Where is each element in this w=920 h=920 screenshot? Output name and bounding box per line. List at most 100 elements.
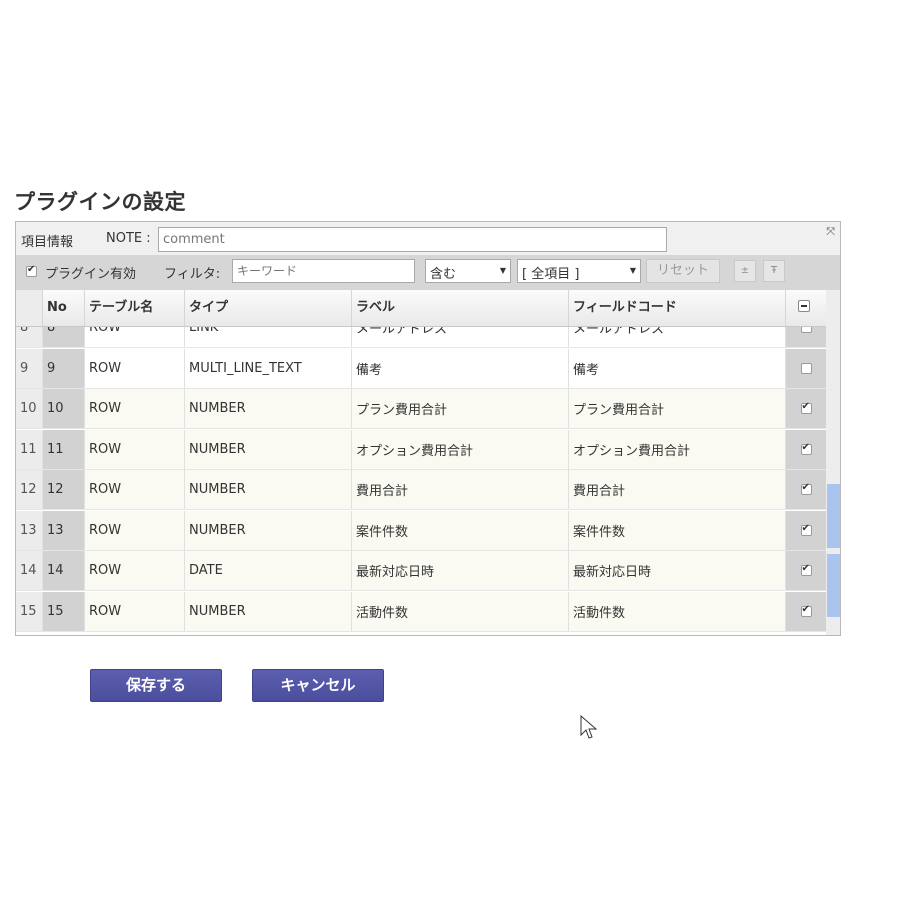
row-number: 9 [16, 349, 42, 388]
cell-label: 最新対応日時 [351, 551, 568, 590]
move-up-icon[interactable]: Ŧ [763, 260, 785, 282]
row-checkbox[interactable] [801, 403, 812, 414]
cell-label: 費用合計 [351, 470, 568, 509]
cancel-button[interactable]: キャンセル [252, 669, 384, 702]
match-mode-value: 含む [430, 267, 456, 282]
cell-table-name: ROW [84, 551, 184, 590]
cell-check [785, 592, 826, 631]
cell-check [785, 551, 826, 590]
row-checkbox[interactable] [801, 525, 812, 536]
expand-icon[interactable]: ⤧ [826, 225, 835, 239]
row-checkbox[interactable] [801, 363, 812, 374]
row-checkbox[interactable] [801, 565, 812, 576]
cell-type: LINK [184, 327, 351, 347]
cell-type: NUMBER [184, 389, 351, 428]
cell-no: 12 [42, 470, 84, 509]
cell-check [785, 430, 826, 469]
header-type[interactable]: タイプ [184, 290, 351, 326]
cell-field-code: メールアドレス [568, 327, 785, 347]
cell-check [785, 349, 826, 388]
row-checkbox[interactable] [801, 606, 812, 617]
info-row: 項目情報 NOTE : ⤧ [16, 222, 840, 255]
row-number: 8 [16, 327, 42, 347]
row-number: 14 [16, 551, 42, 590]
cell-no: 11 [42, 430, 84, 469]
cell-no: 10 [42, 389, 84, 428]
header-table-name[interactable]: テーブル名 [84, 290, 184, 326]
table-row[interactable]: 99ROWMULTI_LINE_TEXT備考備考 [16, 349, 826, 389]
grid-header: No テーブル名 タイプ ラベル フィールドコード [16, 290, 840, 327]
plugin-settings-panel: 項目情報 NOTE : ⤧ プラグイン有効 フィルタ: 含む ▼ [ 全項目 ]… [15, 221, 841, 636]
cell-table-name: ROW [84, 349, 184, 388]
cell-type: NUMBER [184, 470, 351, 509]
keyword-input[interactable] [232, 259, 415, 283]
cell-field-code: 最新対応日時 [568, 551, 785, 590]
cell-table-name: ROW [84, 327, 184, 347]
table-row[interactable]: 1414ROWDATE最新対応日時最新対応日時 [16, 551, 826, 591]
cell-field-code: 費用合計 [568, 470, 785, 509]
table-row[interactable]: 1313ROWNUMBER案件件数案件件数 [16, 511, 826, 551]
cell-table-name: ROW [84, 470, 184, 509]
cell-table-name: ROW [84, 511, 184, 550]
cell-no: 14 [42, 551, 84, 590]
scrollbar-thumb[interactable] [827, 484, 840, 548]
cell-label: 案件件数 [351, 511, 568, 550]
row-number: 13 [16, 511, 42, 550]
header-field-code[interactable]: フィールドコード [568, 290, 785, 326]
header-rownum [16, 290, 42, 326]
row-number: 15 [16, 592, 42, 631]
cell-label: オプション費用合計 [351, 430, 568, 469]
reset-button[interactable]: リセット [646, 259, 720, 283]
save-button[interactable]: 保存する [90, 669, 222, 702]
row-checkbox[interactable] [801, 444, 812, 455]
match-mode-select[interactable]: 含む ▼ [425, 259, 511, 283]
info-label: 項目情報 [21, 231, 73, 250]
field-select-value: [ 全項目 ] [522, 267, 579, 282]
cell-field-code: 活動件数 [568, 592, 785, 631]
row-checkbox[interactable] [801, 327, 812, 333]
table-row[interactable]: 88ROWLINKメールアドレスメールアドレス [16, 327, 826, 348]
cell-check [785, 389, 826, 428]
cell-check [785, 511, 826, 550]
cell-label: 備考 [351, 349, 568, 388]
cell-type: NUMBER [184, 511, 351, 550]
mouse-cursor-icon [580, 715, 598, 741]
filter-toolbar: プラグイン有効 フィルタ: 含む ▼ [ 全項目 ] ▼ リセット ± Ŧ [16, 255, 840, 290]
table-row[interactable]: 1111ROWNUMBERオプション費用合計オプション費用合計 [16, 430, 826, 470]
header-no[interactable]: No [42, 290, 84, 326]
plugin-enabled-checkbox[interactable] [26, 266, 37, 277]
cell-no: 15 [42, 592, 84, 631]
row-checkbox[interactable] [801, 484, 812, 495]
row-number: 11 [16, 430, 42, 469]
cell-no: 9 [42, 349, 84, 388]
chevron-down-icon: ▼ [500, 266, 506, 275]
header-label[interactable]: ラベル [351, 290, 568, 326]
cell-label: プラン費用合計 [351, 389, 568, 428]
cell-label: 活動件数 [351, 592, 568, 631]
cell-type: NUMBER [184, 430, 351, 469]
cell-field-code: 案件件数 [568, 511, 785, 550]
cell-type: NUMBER [184, 592, 351, 631]
cell-check [785, 470, 826, 509]
page-title: プラグインの設定 [14, 186, 186, 216]
note-label: NOTE : [106, 231, 151, 246]
cell-no: 8 [42, 327, 84, 347]
table-row[interactable]: 1212ROWNUMBER費用合計費用合計 [16, 470, 826, 510]
table-row[interactable]: 1010ROWNUMBERプラン費用合計プラン費用合計 [16, 389, 826, 429]
filter-label: フィルタ: [164, 263, 220, 282]
move-down-icon[interactable]: ± [734, 260, 756, 282]
cell-table-name: ROW [84, 592, 184, 631]
row-number: 10 [16, 389, 42, 428]
cell-field-code: 備考 [568, 349, 785, 388]
field-select[interactable]: [ 全項目 ] ▼ [517, 259, 641, 283]
vertical-scrollbar[interactable] [826, 290, 841, 636]
table-row[interactable]: 1515ROWNUMBER活動件数活動件数 [16, 592, 826, 632]
cell-table-name: ROW [84, 389, 184, 428]
cell-check [785, 327, 826, 347]
cell-no: 13 [42, 511, 84, 550]
collapse-all-icon[interactable] [798, 300, 810, 312]
scrollbar-thumb[interactable] [827, 554, 840, 617]
cell-field-code: オプション費用合計 [568, 430, 785, 469]
cell-field-code: プラン費用合計 [568, 389, 785, 428]
note-input[interactable] [158, 227, 667, 252]
